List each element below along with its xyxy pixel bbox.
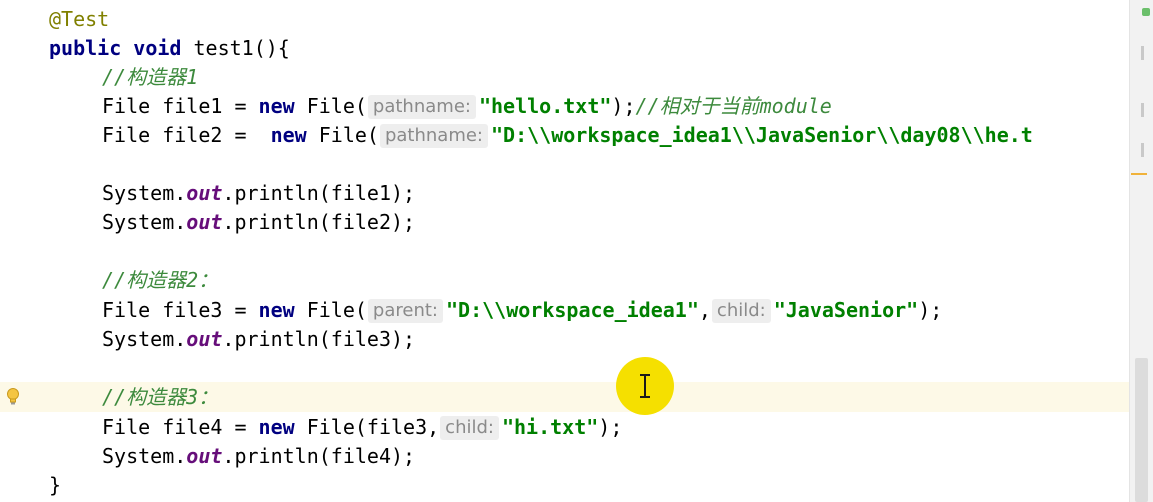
vertical-scrollbar[interactable]	[1129, 0, 1153, 502]
keyword-new: new	[258, 94, 295, 118]
call-close: );	[611, 94, 636, 118]
code-line-12[interactable]: System.out.println(file3);	[0, 325, 1130, 354]
keyword-new: new	[270, 123, 307, 147]
line-7-code: System.out.println(file1);	[102, 179, 415, 208]
error-stripe-mark[interactable]	[1141, 103, 1144, 117]
scrollbar-thumb[interactable]	[1135, 358, 1148, 502]
code-line-11[interactable]: File file3 = new File(parent: "D:\\worksp…	[0, 296, 1130, 325]
argument-comma: ,	[698, 298, 711, 322]
line-12-code: System.out.println(file3);	[102, 325, 415, 354]
method-signature: test1(){	[181, 36, 290, 60]
call-close: );	[598, 415, 623, 439]
line-1-code: @Test	[49, 5, 109, 34]
string-literal: "D:\\workspace_idea1\\JavaSenior\\day08\…	[491, 123, 1033, 147]
constructor-call: File(	[294, 298, 367, 322]
static-field-out: out	[186, 181, 223, 205]
constructor-call: File(	[294, 94, 367, 118]
println-call: .println(file4);	[222, 444, 416, 468]
static-field-out: out	[186, 210, 223, 234]
line-2-code: public void test1(){	[49, 34, 290, 63]
string-literal: "hi.txt"	[501, 415, 599, 439]
closing-brace: }	[49, 473, 62, 497]
line-14-code: //构造器3：	[102, 383, 218, 412]
system-class: System.	[102, 327, 187, 351]
warning-stripe-mark[interactable]	[1131, 173, 1147, 175]
annotation-test: @Test	[49, 7, 110, 31]
line-5-code: File file2 = new File(pathname: "D:\\work…	[102, 121, 1033, 150]
comment-constructor-3: //构造器3：	[102, 385, 219, 409]
error-stripe-mark[interactable]	[1141, 46, 1144, 60]
code-line-7[interactable]: System.out.println(file1);	[0, 179, 1130, 208]
line-3-code: //构造器1	[102, 63, 198, 92]
lightbulb-icon[interactable]	[5, 387, 21, 407]
declaration-file2: File file2 =	[102, 123, 271, 147]
keyword-void: void	[133, 36, 182, 60]
static-field-out: out	[186, 444, 223, 468]
code-line-1[interactable]: @Test	[0, 5, 1130, 34]
string-literal-child: "JavaSenior"	[773, 298, 919, 322]
system-class: System.	[102, 210, 187, 234]
comment-relative-module: //相对于当前module	[635, 94, 832, 118]
parameter-hint-child: child:	[440, 416, 499, 440]
println-call: .println(file3);	[222, 327, 416, 351]
comment-constructor-1: //构造器1	[102, 65, 199, 89]
parameter-hint-pathname: pathname:	[379, 124, 488, 148]
code-line-16[interactable]: System.out.println(file4);	[0, 442, 1130, 471]
declaration-file4: File file4 =	[102, 415, 259, 439]
code-editor[interactable]: @Test public void test1(){ //构造器1 File f…	[0, 0, 1153, 502]
string-literal: "hello.txt"	[478, 94, 612, 118]
keyword-public: public	[49, 36, 122, 60]
code-line-17[interactable]: }	[0, 471, 1130, 500]
declaration-file1: File file1 =	[102, 94, 259, 118]
line-4-code: File file1 = new File(pathname: "hello.tx…	[102, 92, 832, 121]
code-line-3[interactable]: //构造器1	[0, 63, 1130, 92]
code-line-15[interactable]: File file4 = new File(file3, child: "hi.tx…	[0, 413, 1130, 442]
constructor-call: File(	[306, 123, 379, 147]
line-10-code: //构造器2：	[102, 266, 218, 295]
declaration-file3: File file3 =	[102, 298, 259, 322]
code-line-5[interactable]: File file2 = new File(pathname: "D:\\work…	[0, 121, 1130, 150]
code-line-4[interactable]: File file1 = new File(pathname: "hello.tx…	[0, 92, 1130, 121]
constructor-call: File(file3,	[294, 415, 440, 439]
keyword-new: new	[258, 298, 295, 322]
code-line-2[interactable]: public void test1(){	[0, 34, 1130, 63]
line-16-code: System.out.println(file4);	[102, 442, 415, 471]
parameter-hint-pathname: pathname:	[367, 95, 476, 119]
error-stripe-mark[interactable]	[1141, 143, 1144, 157]
system-class: System.	[102, 444, 187, 468]
text-cursor-icon	[640, 374, 650, 398]
comment-constructor-2: //构造器2：	[102, 268, 219, 292]
parameter-hint-child: child:	[711, 299, 771, 323]
line-8-code: System.out.println(file2);	[102, 208, 415, 237]
code-line-14[interactable]: //构造器3：	[0, 383, 1130, 412]
line-11-code: File file3 = new File(parent: "D:\\worksp…	[102, 296, 942, 325]
parameter-hint-parent: parent:	[367, 299, 443, 323]
line-17-code: }	[49, 471, 61, 500]
string-literal-parent: "D:\\workspace_idea1"	[446, 298, 699, 322]
inspection-ok-marker[interactable]	[1142, 8, 1150, 16]
static-field-out: out	[186, 327, 223, 351]
line-15-code: File file4 = new File(file3, child: "hi.tx…	[102, 413, 622, 442]
println-call: .println(file2);	[222, 210, 416, 234]
println-call: .println(file1);	[222, 181, 416, 205]
code-line-10[interactable]: //构造器2：	[0, 266, 1130, 295]
call-close: );	[918, 298, 943, 322]
keyword-new: new	[258, 415, 295, 439]
system-class: System.	[102, 181, 187, 205]
code-line-8[interactable]: System.out.println(file2);	[0, 208, 1130, 237]
